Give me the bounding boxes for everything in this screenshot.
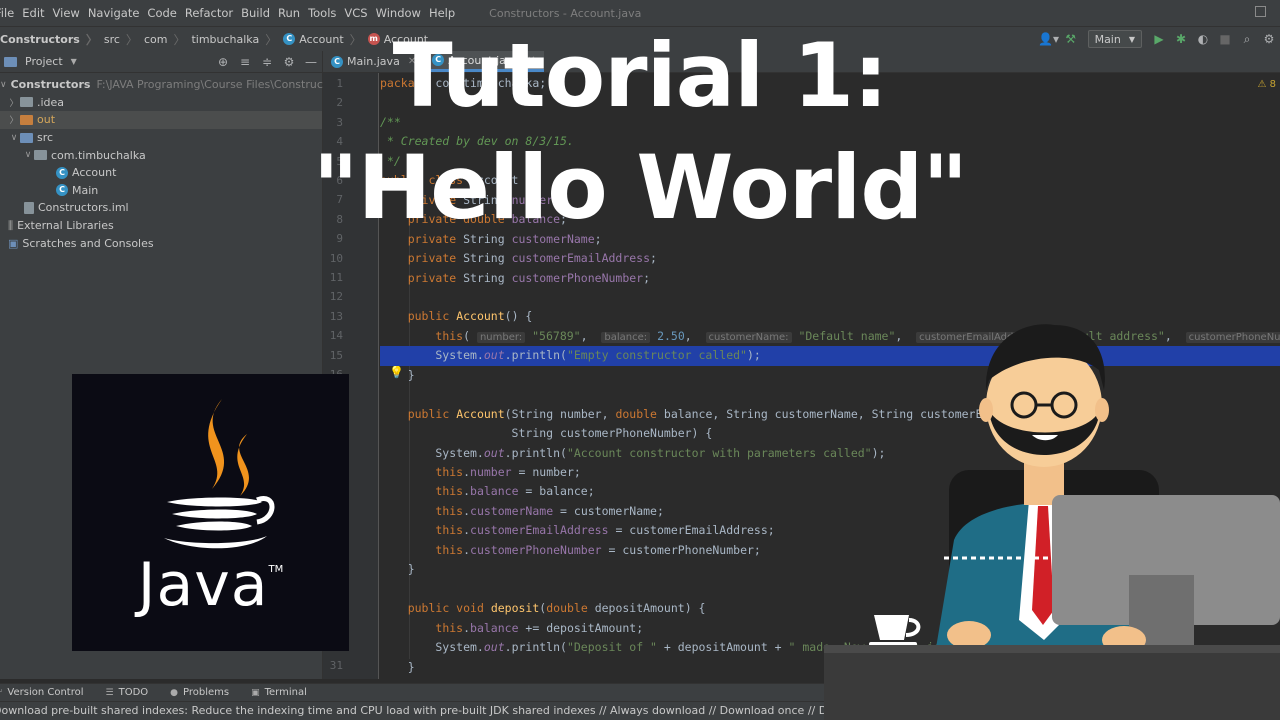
code-line: }	[380, 562, 415, 577]
code-line: System.out.println("Account constructor …	[380, 445, 886, 460]
line-number: 11	[329, 271, 343, 284]
tool-todo[interactable]: ☰ TODO	[106, 687, 149, 698]
menu-edit[interactable]: Edit	[18, 6, 48, 20]
tool-label: Terminal	[264, 687, 307, 698]
title-line-1: Tutorial 1:	[392, 24, 889, 127]
todo-list-icon: ☰	[105, 687, 114, 698]
line-number: 15	[329, 349, 343, 362]
menu-window[interactable]: Window	[372, 6, 425, 20]
code-line: this.balance += depositAmount;	[435, 620, 644, 635]
tool-label: Problems	[183, 687, 230, 698]
developer-illustration	[824, 324, 1280, 720]
code-line: String customerPhoneNumber) {	[380, 426, 713, 441]
info-icon: ●	[170, 687, 179, 698]
menu-help[interactable]: Help	[425, 6, 459, 20]
trademark: TM	[268, 564, 284, 575]
code-line: public void deposit(double depositAmount…	[407, 601, 706, 616]
tool-terminal[interactable]: ▣ Terminal	[251, 687, 307, 698]
code-line: this.balance = balance;	[435, 484, 595, 499]
title-line-2: "Hello World"	[312, 136, 968, 239]
code-line: }	[380, 367, 415, 382]
code-line: private String customerPhoneNumber;	[407, 270, 651, 285]
thumbnail-title: Tutorial 1: "Hello World"	[0, 20, 1280, 244]
menu-view[interactable]: View	[49, 6, 84, 20]
terminal-icon: ▣	[251, 687, 260, 698]
menu-run[interactable]: Run	[274, 6, 304, 20]
menu-file[interactable]: File	[0, 6, 18, 20]
menu-vcs[interactable]: VCS	[340, 6, 371, 20]
code-line: this.customerName = customerName;	[435, 503, 664, 518]
code-line: this.customerEmailAddress = customerEmai…	[435, 523, 775, 538]
line-number: 13	[329, 310, 343, 323]
tool-version-control[interactable]: ⑂ Version Control	[0, 687, 84, 698]
code-line: private String customerEmailAddress;	[407, 251, 657, 266]
menu-refactor[interactable]: Refactor	[181, 6, 237, 20]
java-logo: JavaTM	[72, 374, 349, 651]
line-number: 10	[329, 252, 343, 265]
tool-problems[interactable]: ● Problems	[170, 687, 229, 698]
code-line: this.customerPhoneNumber = customerPhone…	[435, 542, 761, 557]
tool-label: Version Control	[7, 687, 84, 698]
line-number: 31	[329, 659, 343, 672]
branch-icon: ⑂	[0, 688, 2, 698]
menu-navigate[interactable]: Navigate	[84, 6, 144, 20]
restore-window-icon[interactable]	[1255, 6, 1266, 17]
java-wordmark: JavaTM	[72, 550, 349, 620]
code-line: }	[380, 659, 415, 674]
line-number: 14	[329, 329, 343, 342]
menu-tools[interactable]: Tools	[304, 6, 340, 20]
menu-build[interactable]: Build	[237, 6, 274, 20]
java-word-text: Java	[137, 550, 269, 620]
tool-label: TODO	[118, 687, 149, 698]
code-line: this.number = number;	[435, 465, 581, 479]
window-title: Constructors - Account.java	[489, 6, 642, 20]
line-number: 12	[329, 290, 343, 303]
code-line: public Account() {	[407, 309, 533, 324]
menu-code[interactable]: Code	[143, 6, 180, 20]
